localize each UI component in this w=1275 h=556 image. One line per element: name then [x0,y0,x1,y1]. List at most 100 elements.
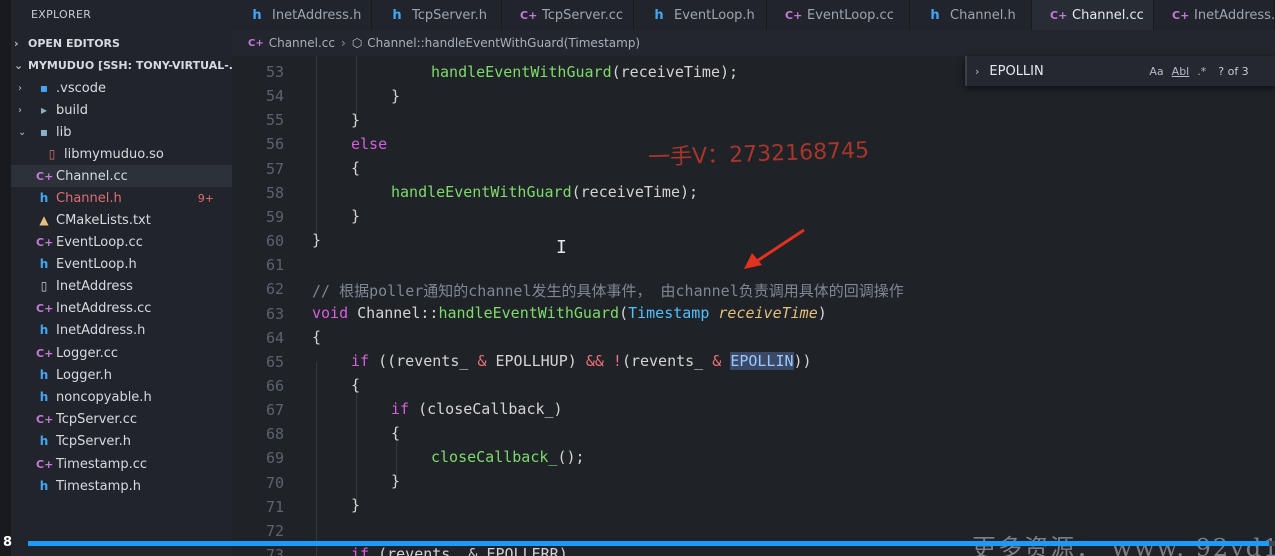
line-number: 70 [265,473,284,492]
tree-item-lib[interactable]: ⌄ ▪ lib [11,121,232,143]
token-param: receiveTime [718,304,818,322]
tree-item-build[interactable]: › ▸ build [11,99,232,121]
toggle-replace-chevron-icon[interactable]: › [975,65,979,78]
tab-inetaddress-cc[interactable]: C+ InetAddress.cc [1154,0,1275,30]
token-text: (); [557,448,585,466]
cpp-file-icon: C+ [36,169,54,183]
code-line-58: handleEventWithGuard(receiveTime); [391,183,698,201]
tree-item-label: InetAddress.h [56,322,146,338]
match-case-toggle[interactable]: Aa [1149,65,1163,78]
breadcrumb-symbol[interactable]: Channel::handleEventWithGuard(Timestamp) [367,36,640,50]
tree-item-label: EventLoop.cc [56,234,143,250]
line-number: 71 [265,497,284,516]
tree-item-inetaddress-h[interactable]: h InetAddress.h [11,319,232,341]
tab-label: InetAddress.h [272,7,362,23]
line-number: 61 [265,256,284,275]
tree-item-label: lib [56,124,72,140]
tree-item-label: Logger.cc [56,345,119,361]
open-editors-section[interactable]: › OPEN EDITORS [14,33,120,53]
tab-channel-cc[interactable]: C+Channel.cc× [1032,0,1154,30]
code-line-64: { [312,328,322,346]
code-line-59: } [351,207,361,225]
header-file-icon: h [39,390,49,404]
search-match-highlight: EPOLLIN [730,352,794,370]
frame-number: 8 [3,535,13,550]
token-type: Timestamp [628,304,710,322]
tree-item-inetaddress-cc[interactable]: C+ InetAddress.cc [11,297,232,319]
line-number: 65 [265,352,284,371]
cpp-file-icon: C+ [785,8,803,22]
tab-label: EventLoop.h [674,7,755,23]
regex-toggle[interactable]: .* [1197,65,1206,78]
tab-channel-h[interactable]: h Channel.h [910,0,1032,30]
token-text: (revents_ & EPOLLERR) [369,545,568,556]
tab-tcpserver-cc[interactable]: C+ TcpServer.cc [502,0,634,30]
chevron-down-icon: ⌄ [14,58,24,72]
tree-item-timestamp-cc[interactable]: C+ Timestamp.cc [11,453,232,475]
token-text: (closeCallback_) [409,400,563,418]
cpp-file-icon: C+ [36,235,54,249]
code-line-68: { [391,424,401,442]
breadcrumb: C+ Channel.cc › ⬡ Channel::handleEventWi… [232,30,1275,56]
tree-item-label: InetAddress.cc [56,300,152,316]
tree-item-libmymuduo-so[interactable]: ▯ libmymuduo.so [11,143,232,165]
breadcrumb-file[interactable]: Channel.cc [269,36,335,50]
token-text: (receiveTime); [611,63,739,81]
cpp-file-icon: C+ [1172,8,1190,22]
line-number: 67 [265,401,284,420]
tree-item-logger-cc[interactable]: C+ Logger.cc [11,342,232,364]
tree-item-eventloop-h[interactable]: h EventLoop.h [11,253,232,275]
tree-item-channel-h[interactable]: h Channel.h 9+ [11,187,232,209]
line-number: 62 [265,280,284,299]
tree-item-cmakelists-txt[interactable]: ▲ CMakeLists.txt [11,209,232,231]
lib-folder-icon: ▪ [39,125,49,139]
line-number: 69 [265,449,284,468]
line-number: 68 [265,425,284,444]
tree-item-channel-cc[interactable]: C+ Channel.cc [11,165,232,187]
tab-eventloop-h[interactable]: h EventLoop.h [634,0,767,30]
tree-item-vscode[interactable]: › ▪ .vscode [11,77,232,99]
token-keyword: void [312,304,349,322]
activity-strip [0,0,11,556]
tab-inetaddress-h[interactable]: h InetAddress.h [232,0,372,30]
header-file-icon: h [39,257,49,271]
code-line-67: if (closeCallback_) [391,400,563,418]
line-number: 64 [265,328,284,347]
tree-item-logger-h[interactable]: h Logger.h [11,364,232,386]
token-function: handleEventWithGuard [431,63,612,81]
problems-badge: 9+ [197,191,214,205]
header-file-icon: h [39,434,49,448]
cpp-file-icon: C+ [520,8,538,22]
header-file-icon: h [252,7,262,23]
tree-item-inetaddress[interactable]: ▯ InetAddress [11,275,232,297]
chevron-down-icon: ⌄ [18,126,27,138]
code-editor[interactable]: 53 54 55 56 57 58 59 60 61 62 63 64 65 66 67 68 69 70 71 72… [232,56,1275,556]
tab-tcpserver-h[interactable]: h TcpServer.h [372,0,502,30]
vscode-folder-icon: ▪ [39,81,49,95]
header-file-icon: h [39,479,49,493]
find-input[interactable]: EPOLLIN [989,64,1149,79]
tree-item-tcpserver-cc[interactable]: C+ TcpServer.cc [11,408,232,430]
code-line-62-comment: // 根据poller通知的channel发生的具体事件， 由channel负责… [312,282,904,300]
tab-label: Channel.cc [1072,7,1144,23]
line-number: 55 [265,111,284,130]
token-function: handleEventWithGuard [391,183,572,201]
chevron-right-icon: › [18,104,22,116]
red-arrow-annotation [744,228,805,269]
folder-icon: ▸ [40,103,48,117]
tree-item-tcpserver-h[interactable]: h TcpServer.h [11,430,232,452]
tab-label: TcpServer.h [412,7,487,23]
code-line-53: handleEventWithGuard(receiveTime); [431,63,738,81]
tree-item-timestamp-h[interactable]: h Timestamp.h [11,475,232,497]
header-file-icon: h [39,191,49,205]
tree-item-noncopyable-h[interactable]: h noncopyable.h [11,386,232,408]
workspace-section[interactable]: ⌄ MYMUDUO [SSH: TONY-VIRTUAL-... [14,55,241,75]
cpp-file-icon: C+ [36,412,54,426]
line-number: 53 [265,63,284,81]
tree-item-label: .vscode [56,80,106,96]
whole-word-toggle[interactable]: Abl [1172,65,1190,78]
video-progress-track[interactable] [28,541,1275,546]
plain-file-icon: ▯ [40,279,48,293]
tab-eventloop-cc[interactable]: C+ EventLoop.cc [767,0,910,30]
tree-item-eventloop-cc[interactable]: C+ EventLoop.cc [11,231,232,253]
